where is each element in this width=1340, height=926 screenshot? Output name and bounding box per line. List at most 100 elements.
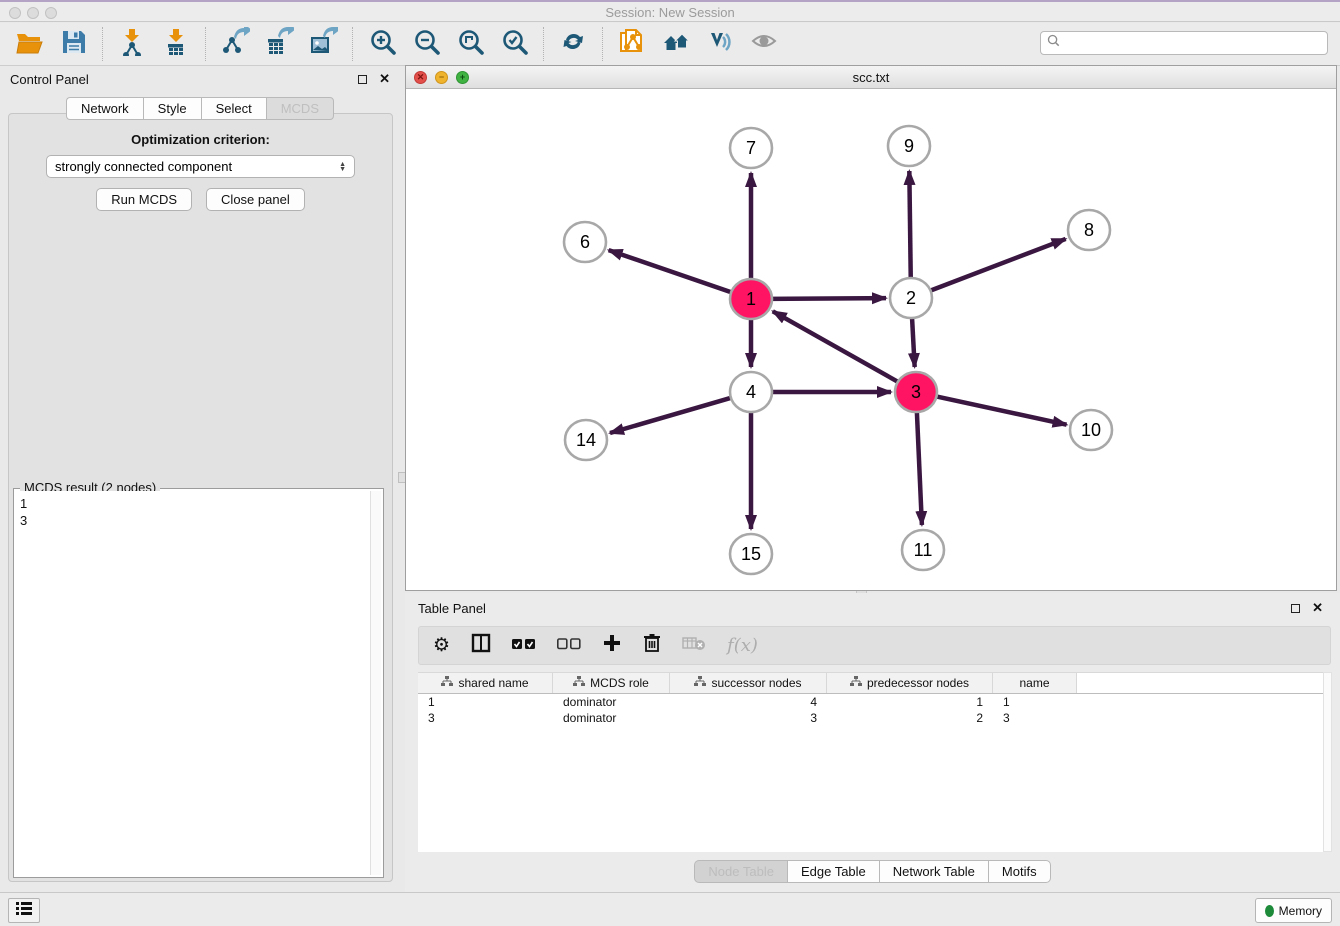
tab-mcds[interactable]: MCDS [266,97,334,120]
edge-2-8[interactable] [929,239,1066,291]
search-box[interactable] [1040,31,1328,55]
node-label: 7 [746,138,756,158]
graph-node-6[interactable]: 6 [564,222,606,262]
export-network-button[interactable] [216,26,254,62]
mcds-result-list[interactable]: 1 3 [16,491,369,875]
search-input[interactable] [1065,36,1321,50]
save-button[interactable] [54,26,92,62]
table-panel-title: Table Panel [418,601,486,616]
edge-2-3[interactable] [912,317,915,367]
add-column-button[interactable] [602,633,622,658]
run-mcds-button[interactable]: Run MCDS [96,188,192,211]
zoom-fit-button[interactable] [451,26,489,62]
column-header-successor-nodes[interactable]: successor nodes [670,673,827,693]
close-panel-icon[interactable]: ✕ [379,71,390,87]
network-window-titlebar[interactable]: scc.txt ✕ − + [406,66,1336,89]
graph-node-2[interactable]: 2 [890,278,932,318]
graph-node-8[interactable]: 8 [1068,210,1110,250]
tab-select[interactable]: Select [201,97,266,120]
table-cell[interactable]: 1 [993,694,1077,710]
edge-1-6[interactable] [609,250,733,293]
table-cell[interactable]: dominator [553,694,670,710]
table-cell[interactable]: 2 [827,710,993,726]
node-label: 10 [1081,420,1101,440]
optimization-criterion-select[interactable]: strongly connected component ▲▼ [46,155,355,178]
refresh-button[interactable] [554,26,592,62]
gear-button[interactable]: ⚙ [433,634,450,657]
hide-viz-button[interactable] [701,26,739,62]
tab-motifs[interactable]: Motifs [988,860,1051,883]
copy-network-button[interactable] [613,26,651,62]
home-icon [662,27,691,61]
graph-node-14[interactable]: 14 [565,420,607,460]
eye-button[interactable] [745,26,783,62]
edge-1-2[interactable] [770,298,886,299]
table-row[interactable]: 1dominator411 [418,694,1323,710]
open-folder-button[interactable] [10,26,48,62]
table-scrollbar[interactable] [1323,672,1332,852]
edge-4-14[interactable] [610,397,733,433]
table-row[interactable]: 3dominator323 [418,710,1323,726]
tab-edge-table[interactable]: Edge Table [787,860,879,883]
zoom-in-button[interactable] [363,26,401,62]
column-header-name[interactable]: name [993,673,1077,693]
graph-node-7[interactable]: 7 [730,128,772,168]
select-all-button[interactable] [512,637,536,655]
float-table-panel-icon[interactable] [1291,604,1300,613]
graph-node-11[interactable]: 11 [902,530,944,570]
network-canvas[interactable]: 7 9 6 8 1 2 4 3 14 10 15 11 [407,90,1335,589]
graph-node-4[interactable]: 4 [730,372,772,412]
memory-button[interactable]: Memory [1255,898,1332,923]
import-network-icon [118,27,147,61]
close-table-panel-icon[interactable]: ✕ [1312,600,1323,616]
close-panel-button[interactable]: Close panel [206,188,305,211]
table-cell[interactable]: 3 [670,710,827,726]
table-cell[interactable]: 3 [993,710,1077,726]
node-table[interactable]: shared nameMCDS rolesuccessor nodesprede… [418,672,1323,852]
delete-column-button[interactable] [643,633,661,658]
task-history-button[interactable] [8,898,40,923]
network-close-icon[interactable]: ✕ [414,71,427,84]
edge-3-11[interactable] [917,411,922,525]
table-cell[interactable]: 3 [418,710,553,726]
node-label: 14 [576,430,596,450]
export-table-button[interactable] [260,26,298,62]
tab-network[interactable]: Network [66,97,143,120]
column-header-predecessor-nodes[interactable]: predecessor nodes [827,673,993,693]
table-cell[interactable]: 1 [418,694,553,710]
float-panel-icon[interactable] [358,75,367,84]
export-image-button[interactable] [304,26,342,62]
result-scrollbar[interactable] [370,491,381,875]
tab-network-table[interactable]: Network Table [879,860,988,883]
zoom-out-button[interactable] [407,26,445,62]
graph-node-3[interactable]: 3 [895,372,937,412]
tab-node-table[interactable]: Node Table [694,860,787,883]
zoom-fit-icon [456,27,485,61]
zoom-selected-button[interactable] [495,26,533,62]
graph-node-1[interactable]: 1 [730,279,772,319]
column-header-shared-name[interactable]: shared name [418,673,553,693]
delete-table-icon [682,635,706,656]
edge-2-9[interactable] [909,171,910,279]
hide-viz-icon [706,27,735,61]
table-cell[interactable]: dominator [553,710,670,726]
deselect-all-button[interactable] [557,637,581,655]
import-table-button[interactable] [157,26,195,62]
graph-node-15[interactable]: 15 [730,534,772,574]
network-maximize-icon[interactable]: + [456,71,469,84]
export-image-icon [309,27,338,61]
mcds-tab-content: Optimization criterion: strongly connect… [8,113,393,882]
home-button[interactable] [657,26,695,62]
tab-style[interactable]: Style [143,97,201,120]
import-network-button[interactable] [113,26,151,62]
edge-3-10[interactable] [935,396,1067,425]
column-header-MCDS-role[interactable]: MCDS role [553,673,670,693]
network-minimize-icon[interactable]: − [435,71,448,84]
graph-node-9[interactable]: 9 [888,126,930,166]
graph-node-10[interactable]: 10 [1070,410,1112,450]
table-cell[interactable]: 1 [827,694,993,710]
node-label: 1 [746,289,756,309]
edge-3-1[interactable] [773,311,900,382]
table-cell[interactable]: 4 [670,694,827,710]
split-columns-button[interactable] [471,633,491,658]
